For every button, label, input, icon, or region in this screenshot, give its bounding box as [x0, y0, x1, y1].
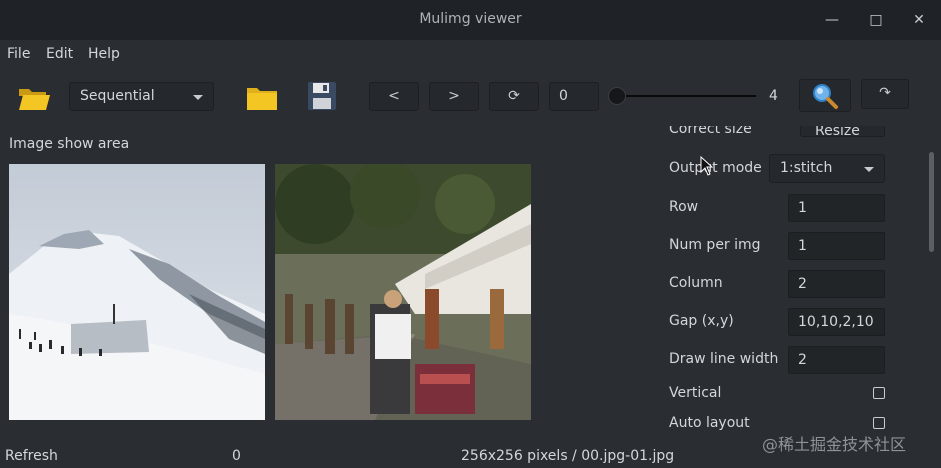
menu-file[interactable]: File [7, 46, 30, 62]
column-label: Column [669, 275, 723, 291]
row-label: Row [669, 199, 699, 215]
mode-select[interactable]: Sequential [69, 82, 214, 111]
watermark: @稀土掘金技术社区 [762, 435, 907, 454]
mode-select-value: Sequential [80, 88, 155, 104]
output-mode-label: Output mode [669, 160, 762, 176]
image-show-area [9, 164, 531, 420]
vertical-label: Vertical [669, 385, 722, 401]
rotate-button[interactable]: ↷ [861, 79, 909, 109]
num-per-img-input[interactable]: 1 [788, 232, 885, 260]
settings-scrollbar[interactable] [929, 152, 934, 252]
snowy-ski-slope-photo [9, 164, 265, 420]
next-button[interactable]: > [429, 82, 479, 111]
image-slider-track[interactable] [612, 95, 756, 97]
vertical-checkbox[interactable] [873, 387, 885, 399]
open-folder-icon[interactable] [17, 84, 51, 112]
street-market-photo [275, 164, 531, 420]
draw-line-width-label: Draw line width [669, 351, 779, 367]
mouse-cursor-icon [700, 156, 714, 176]
gap-label: Gap (x,y) [669, 313, 734, 329]
menu-edit[interactable]: Edit [46, 46, 73, 62]
status-count: 0 [232, 448, 241, 464]
magnifier-icon [813, 84, 838, 109]
previous-button[interactable]: < [369, 82, 419, 111]
menu-bar: File Edit Help [0, 40, 941, 70]
save-icon[interactable] [307, 81, 337, 111]
refresh-button[interactable]: ⟳ [489, 82, 539, 111]
title-bar: Mulimg viewer — □ ✕ [0, 0, 941, 40]
status-image-info: 256x256 pixels / 00.jpg-01.jpg [461, 448, 675, 464]
close-button[interactable]: ✕ [909, 10, 929, 30]
auto-layout-checkbox[interactable] [873, 417, 885, 429]
minimize-button[interactable]: — [822, 10, 842, 30]
index-input[interactable]: 0 [549, 82, 599, 111]
draw-line-width-input[interactable]: 2 [788, 346, 885, 374]
gap-input[interactable]: 10,10,2,10 [788, 308, 885, 336]
image-area-label: Image show area [9, 136, 130, 152]
row-input[interactable]: 1 [788, 194, 885, 222]
window-title: Mulimg viewer [419, 11, 522, 27]
column-input[interactable]: 2 [788, 270, 885, 298]
slider-max-label: 4 [769, 88, 778, 104]
chevron-down-icon [193, 95, 203, 100]
status-message: Refresh [5, 448, 58, 464]
output-mode-value: 1:stitch [780, 160, 833, 176]
num-per-img-label: Num per img [669, 237, 761, 253]
image-slider-handle[interactable] [608, 87, 626, 105]
chevron-down-icon [864, 167, 874, 172]
auto-layout-label: Auto layout [669, 415, 750, 431]
folder-icon[interactable] [246, 84, 278, 112]
output-mode-select[interactable]: 1:stitch [769, 154, 885, 183]
correct-size-label: Correct size [669, 126, 752, 137]
menu-help[interactable]: Help [88, 46, 120, 62]
maximize-button[interactable]: □ [866, 10, 886, 30]
correct-size-value: Resize [815, 126, 860, 139]
correct-size-select[interactable]: Resize [800, 126, 885, 139]
magnify-button[interactable] [799, 79, 851, 112]
